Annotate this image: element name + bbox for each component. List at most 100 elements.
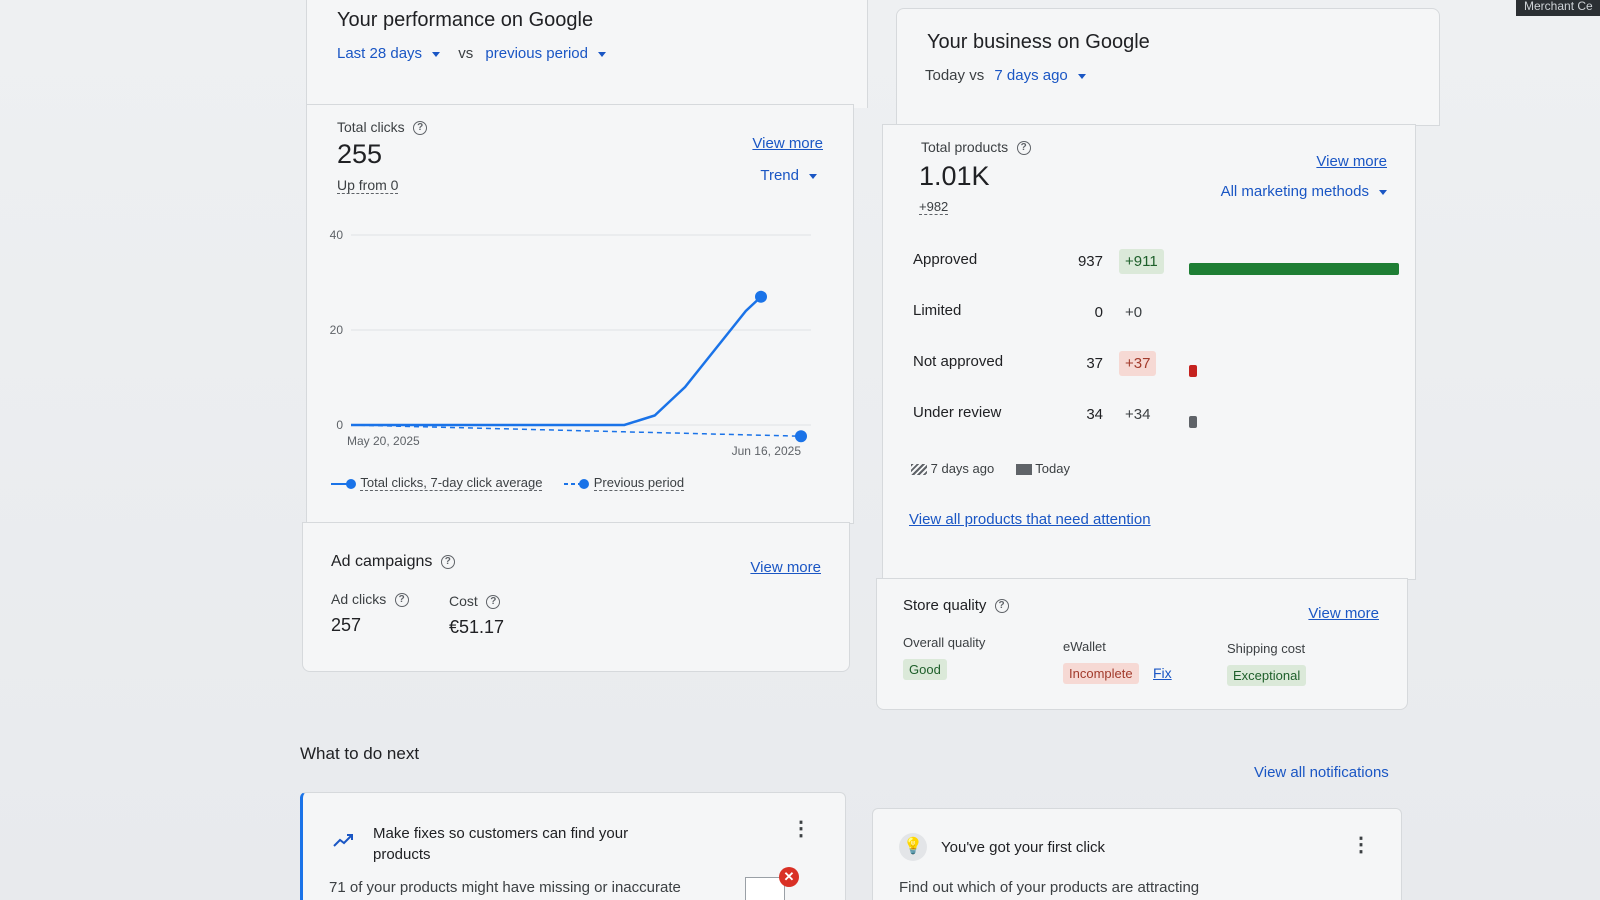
trending-up-icon	[333, 834, 353, 847]
vs-text: vs	[458, 45, 474, 62]
status-delta: +34	[1125, 406, 1151, 423]
dashed-line-dot-icon	[564, 478, 590, 489]
total-products-delta-label: +982	[919, 199, 949, 215]
legend-current[interactable]: Total clicks, 7-day click average	[331, 475, 546, 491]
ewallet-label: eWallet	[1063, 639, 1106, 654]
status-bar	[1189, 263, 1399, 275]
total-clicks-label-row: Total clicks ?	[337, 119, 428, 137]
marketing-methods-select[interactable]: All marketing methods	[1221, 183, 1387, 200]
chevron-down-icon	[432, 51, 441, 57]
total-products-value: 1.01K	[919, 161, 990, 191]
shipping-cost-badge: Exceptional	[1227, 665, 1307, 686]
help-icon[interactable]: ?	[394, 592, 409, 607]
ad-campaigns-view-more-link[interactable]: View more	[750, 559, 821, 576]
help-icon[interactable]: ?	[1016, 140, 1031, 155]
ad-clicks-label: Ad clicks	[331, 591, 387, 607]
legend-current-label: Total clicks, 7-day click average	[360, 475, 543, 491]
product-status-row[interactable]: Not approved 37 +37	[913, 351, 1433, 391]
lightbulb-icon: 💡	[899, 833, 927, 861]
more-vert-icon[interactable]: ⋮	[1351, 835, 1371, 855]
series-end-point-previous[interactable]	[795, 430, 807, 443]
merchant-center-tab[interactable]: Merchant Ce	[1516, 0, 1600, 16]
overall-quality-label: Overall quality	[903, 635, 986, 650]
next-card-first-click-text: Find out which of your products are attr…	[899, 879, 1200, 896]
help-icon[interactable]: ?	[994, 599, 1009, 614]
performance-title: Your performance on Google	[337, 9, 594, 31]
products-view-more-link[interactable]: View more	[1316, 153, 1387, 170]
series-line-current	[351, 295, 762, 427]
help-icon[interactable]: ?	[440, 554, 455, 569]
performance-card: Your performance on Google Last 28 days …	[306, 0, 868, 108]
x-tick-label-end: Jun 16, 2025	[732, 444, 802, 458]
period-select[interactable]: Last 28 days	[337, 45, 444, 62]
compare-select[interactable]: previous period	[485, 45, 606, 62]
total-products-card: Total products ? 1.01K +982 View more Al…	[882, 124, 1416, 580]
trend-select[interactable]: Trend	[760, 167, 817, 184]
total-clicks-view-more-link[interactable]: View more	[752, 135, 823, 152]
next-card-fixes-title: Make fixes so customers can find your pr…	[373, 825, 629, 863]
status-value: 0	[1094, 304, 1103, 321]
ewallet-fix-link[interactable]: Fix	[1153, 665, 1172, 681]
total-clicks-value: 255	[337, 139, 383, 169]
up-from-label: Up from 0	[337, 177, 399, 194]
chevron-down-icon	[597, 51, 606, 57]
total-products-delta: +982	[919, 199, 949, 215]
business-compare-label: 7 days ago	[994, 67, 1068, 84]
chevron-down-icon	[1077, 73, 1086, 79]
status-bar	[1189, 416, 1197, 428]
cost-label-row: Cost ?	[449, 593, 501, 611]
business-period-row: Today vs 7 days ago	[925, 67, 1086, 84]
y-tick-label: 20	[330, 323, 344, 337]
ad-clicks-value: 257	[331, 615, 362, 635]
view-all-notifications-link[interactable]: View all notifications	[1254, 764, 1389, 781]
status-label: Limited	[913, 302, 962, 319]
business-title: Your business on Google	[927, 31, 1150, 53]
next-section-title: What to do next	[300, 744, 420, 763]
chart-legend: Total clicks, 7-day click average Previo…	[331, 475, 685, 491]
legend-previous[interactable]: Previous period	[564, 475, 685, 491]
hatched-swatch-icon	[911, 464, 927, 476]
more-vert-icon[interactable]: ⋮	[791, 819, 811, 839]
product-status-row[interactable]: Under review 34 +34	[913, 402, 1433, 442]
series-end-point-current[interactable]	[755, 290, 767, 303]
help-icon[interactable]: ?	[413, 120, 428, 135]
legend-today-label: Today	[1035, 461, 1070, 476]
total-clicks-label: Total clicks	[337, 119, 405, 135]
business-compare-select[interactable]: 7 days ago	[994, 67, 1086, 84]
status-label: Approved	[913, 251, 978, 268]
chevron-down-icon	[1379, 189, 1387, 195]
status-value: 37	[1086, 355, 1103, 372]
ad-campaigns-card: Ad campaigns ? View more Ad clicks ? 257…	[302, 522, 850, 672]
status-bar	[1189, 365, 1197, 377]
total-products-label: Total products	[921, 139, 1009, 155]
legend-previous-label: Previous period	[593, 475, 685, 491]
today-vs-text: Today vs	[925, 67, 985, 84]
ad-campaigns-title-row: Ad campaigns ?	[331, 553, 455, 571]
product-status-row[interactable]: Limited 0 +0	[913, 300, 1433, 340]
compare-select-label: previous period	[485, 45, 588, 62]
next-card-first-click[interactable]: 💡 You've got your first click ⋮ Find out…	[872, 808, 1402, 900]
y-tick-label: 40	[330, 228, 344, 242]
store-quality-view-more-link[interactable]: View more	[1308, 605, 1379, 622]
status-label: Under review	[913, 404, 1002, 421]
shipping-cost-label: Shipping cost	[1227, 641, 1306, 656]
status-delta: +37	[1119, 351, 1157, 376]
status-value: 34	[1086, 406, 1103, 423]
product-status-row[interactable]: Approved 937 +911	[913, 249, 1433, 289]
cost-label: Cost	[449, 593, 478, 609]
ad-campaigns-title: Ad campaigns	[331, 553, 433, 570]
ewallet-badge: Incomplete	[1063, 663, 1139, 684]
total-clicks-card: Total clicks ? 255 Up from 0 View more T…	[306, 104, 854, 524]
next-card-first-click-title: You've got your first click	[941, 839, 1106, 856]
x-tick-label-start: May 20, 2025	[347, 434, 420, 448]
next-card-fixes[interactable]: Make fixes so customers can find your pr…	[300, 792, 846, 900]
overall-quality-badge: Good	[903, 659, 947, 680]
business-card: Your business on Google Today vs 7 days …	[896, 8, 1440, 126]
performance-period-row: Last 28 days vs previous period	[337, 45, 606, 62]
error-badge-icon: ✕	[779, 867, 799, 887]
store-quality-card: Store quality ? View more Overall qualit…	[876, 578, 1408, 710]
solid-swatch-icon	[1015, 464, 1032, 476]
merchant-center-dashboard: Merchant Ce Your performance on Google L…	[0, 0, 1600, 900]
view-all-attention-link[interactable]: View all products that need attention	[909, 511, 1151, 528]
help-icon[interactable]: ?	[486, 594, 501, 609]
